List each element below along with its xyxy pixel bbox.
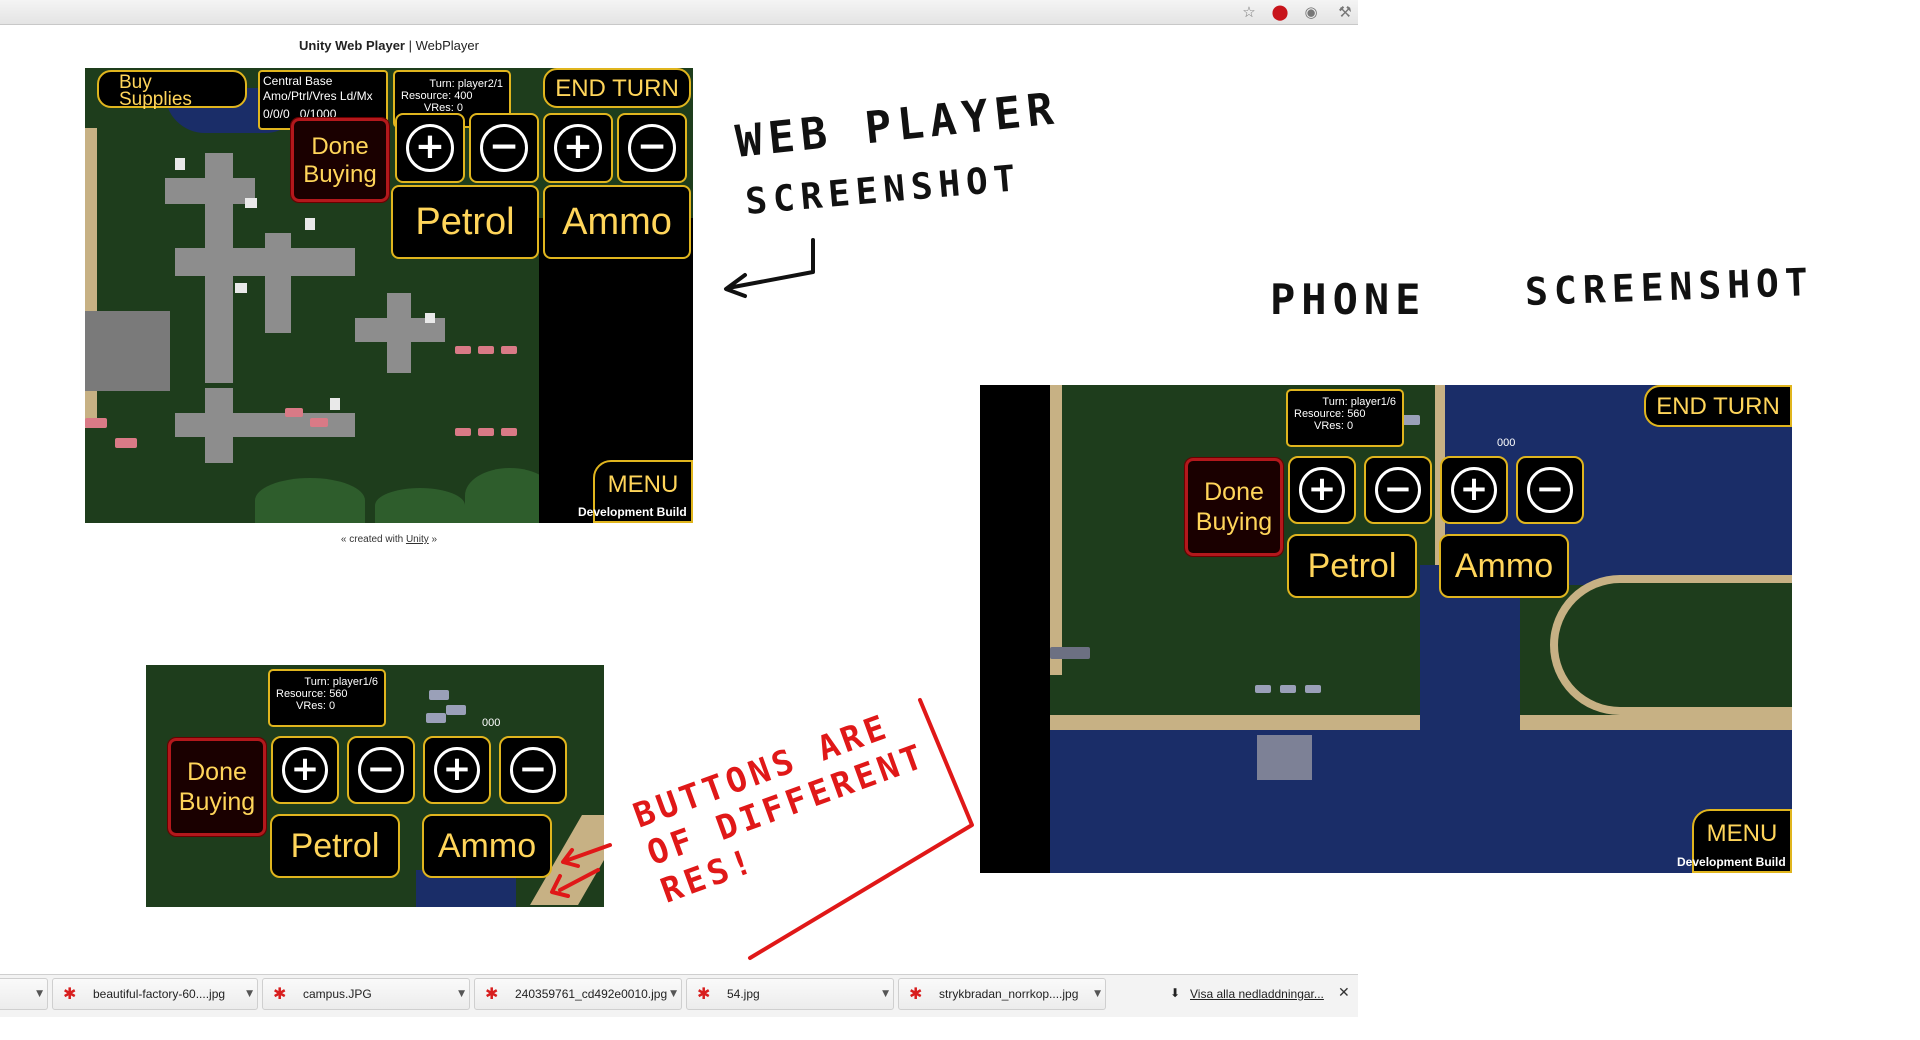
- file-image-icon: ✱: [909, 984, 923, 1003]
- arrow-left-icon: [724, 238, 815, 298]
- bracket-stroke: [748, 698, 974, 960]
- download-arrow-icon: ⬇: [1170, 986, 1181, 1000]
- chevron-down-icon[interactable]: ▼: [1094, 979, 1101, 1009]
- download-filename: beautiful-factory-60....jpg: [93, 987, 226, 1001]
- download-filename: 54.jpg: [727, 987, 760, 1001]
- chevron-down-icon[interactable]: ▼: [246, 979, 253, 1009]
- arrow-left-icon: [561, 843, 612, 868]
- download-item[interactable]: ✱ beautiful-factory-60....jpg ▼: [52, 978, 258, 1010]
- close-icon[interactable]: ✕: [1338, 985, 1350, 1001]
- chevron-down-icon[interactable]: ▼: [458, 979, 465, 1009]
- chevron-down-icon[interactable]: ▼: [670, 979, 677, 1009]
- file-image-icon: ✱: [63, 984, 77, 1003]
- download-item[interactable]: ✱ strykbradan_norrkop....jpg ▼: [898, 978, 1106, 1010]
- download-filename: campus.JPG: [303, 987, 372, 1001]
- chevron-down-icon[interactable]: ▼: [882, 979, 889, 1009]
- chevron-down-icon[interactable]: ▼: [36, 979, 43, 1009]
- file-image-icon: ✱: [273, 984, 287, 1003]
- download-item[interactable]: ✱ 54.jpg ▼: [686, 978, 894, 1010]
- file-image-icon: ✱: [485, 984, 499, 1003]
- download-filename: 240359761_cd492e0010.jpg: [515, 987, 668, 1001]
- download-item[interactable]: ✱ campus.JPG ▼: [262, 978, 470, 1010]
- download-item[interactable]: ▼: [0, 978, 48, 1010]
- download-filename: strykbradan_norrkop....jpg: [939, 987, 1079, 1001]
- download-item[interactable]: ✱ 240359761_cd492e0010.jpg ▼: [474, 978, 682, 1010]
- arrow-left-icon: [550, 868, 600, 898]
- show-all-downloads-link[interactable]: Visa alla nedladdningar...: [1190, 987, 1324, 1001]
- annotation-strokes: [550, 238, 974, 960]
- file-image-icon: ✱: [697, 984, 711, 1003]
